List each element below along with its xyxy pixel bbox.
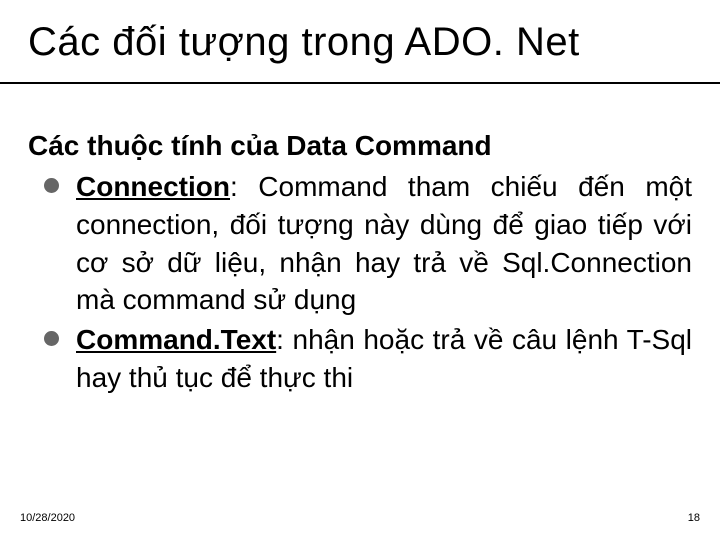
bullet-list: Connection: Command tham chiếu đến một c… bbox=[28, 168, 692, 397]
page-number: 18 bbox=[688, 512, 700, 524]
slide-title: Các đối tượng trong ADO. Net bbox=[28, 20, 580, 65]
bullet-term: Command.Text bbox=[76, 324, 276, 355]
bullet-icon bbox=[44, 178, 59, 193]
title-underline bbox=[0, 82, 720, 84]
slide: Các đối tượng trong ADO. Net Các thuộc t… bbox=[0, 0, 720, 540]
bullet-icon bbox=[44, 331, 59, 346]
bullet-term: Connection bbox=[76, 171, 230, 202]
list-item: Connection: Command tham chiếu đến một c… bbox=[28, 168, 692, 319]
bullet-sep: : bbox=[230, 171, 258, 202]
bullet-sep: : bbox=[276, 324, 292, 355]
list-item: Command.Text: nhận hoặc trả về câu lệnh … bbox=[28, 321, 692, 397]
footer-date: 10/28/2020 bbox=[20, 512, 75, 524]
slide-body: Các thuộc tính của Data Command Connecti… bbox=[28, 130, 692, 399]
subheading: Các thuộc tính của Data Command bbox=[28, 130, 692, 162]
